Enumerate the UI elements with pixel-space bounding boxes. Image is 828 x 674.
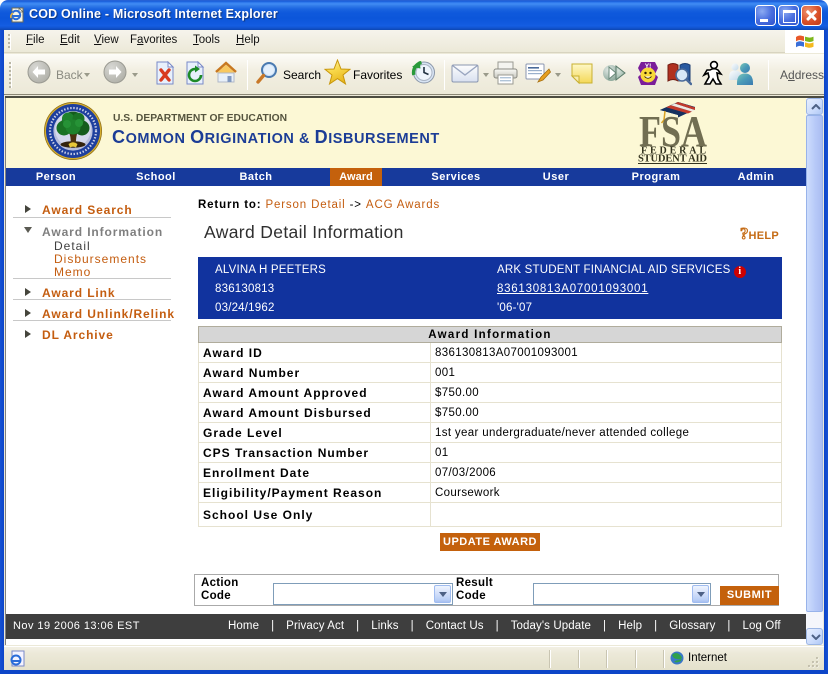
svg-text:STUDENT AID: STUDENT AID (638, 154, 707, 165)
svg-text:Y!: Y! (645, 63, 652, 70)
